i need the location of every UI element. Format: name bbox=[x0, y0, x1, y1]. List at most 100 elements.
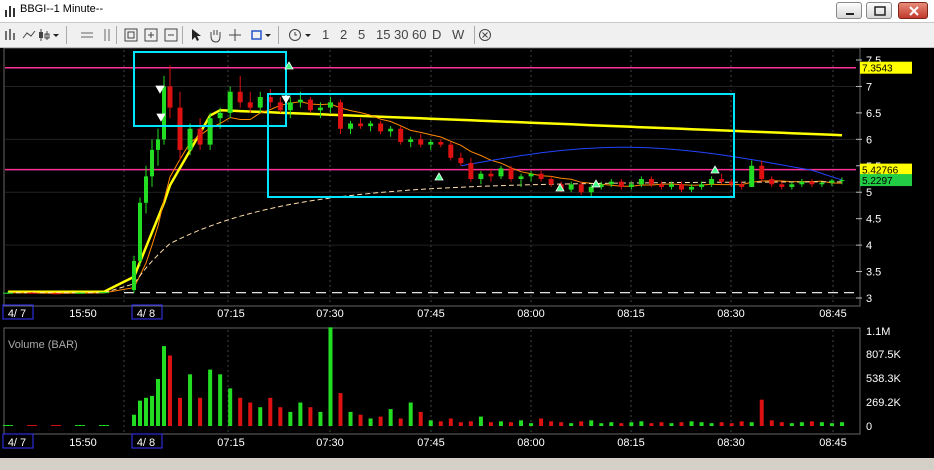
candle-body bbox=[368, 123, 374, 127]
volume-tick-label: 538.3K bbox=[866, 373, 902, 385]
price-tick-label: 6 bbox=[866, 134, 872, 146]
price-and-volume-chart[interactable]: 7.576.565.554.543.534/ 74/ 715:5015:504/… bbox=[0, 47, 934, 458]
zoom-fit-icon[interactable] bbox=[124, 26, 138, 44]
interval-clock-icon[interactable] bbox=[288, 26, 302, 44]
candle-body bbox=[227, 91, 233, 113]
candle-body bbox=[488, 173, 494, 177]
toolbar-separator bbox=[66, 26, 67, 44]
timeframe-2[interactable]: 2 bbox=[340, 26, 347, 44]
timeframe-30[interactable]: 30 bbox=[394, 26, 408, 44]
line-chart-style-icon[interactable] bbox=[22, 26, 36, 44]
volume-bar bbox=[839, 422, 844, 426]
price-tick-label: 4 bbox=[866, 240, 872, 252]
timeframe-60[interactable]: 60 bbox=[412, 26, 426, 44]
volume-bar bbox=[238, 397, 243, 426]
candle-body bbox=[528, 173, 534, 177]
volume-bar bbox=[144, 397, 148, 426]
timeframe-15[interactable]: 15 bbox=[376, 26, 390, 44]
volume-bar bbox=[719, 422, 724, 426]
candle-body bbox=[689, 186, 695, 190]
chart-area[interactable]: 7.576.565.554.543.534/ 74/ 715:5015:504/… bbox=[0, 47, 934, 458]
crosshair-icon[interactable] bbox=[228, 26, 242, 44]
time-tick-label: 07:45 bbox=[417, 308, 445, 320]
maximize-button[interactable] bbox=[866, 2, 892, 19]
vlines-icon[interactable] bbox=[100, 26, 114, 44]
candle-body bbox=[518, 176, 524, 179]
volume-bar bbox=[358, 414, 363, 426]
price-tick-label: 3.5 bbox=[866, 267, 881, 279]
candle-body bbox=[668, 184, 674, 187]
volume-tick-label: 1.1M bbox=[866, 326, 890, 338]
pointer-icon[interactable] bbox=[190, 26, 202, 44]
candle-body bbox=[588, 186, 594, 193]
time-tick-label: 08:45 bbox=[819, 308, 847, 320]
volume-bar bbox=[298, 402, 303, 426]
close-button[interactable] bbox=[898, 2, 928, 19]
toolbar-separator bbox=[116, 26, 117, 44]
minimize-button[interactable] bbox=[836, 2, 862, 19]
timeframe-w[interactable]: W bbox=[452, 26, 464, 44]
volume-tick-label: 807.5K bbox=[866, 349, 902, 361]
shape-tool-icon[interactable] bbox=[250, 26, 264, 44]
volume-bar bbox=[51, 425, 61, 426]
volume-bar bbox=[549, 421, 554, 426]
volume-bar bbox=[308, 407, 313, 426]
volume-bar bbox=[188, 374, 193, 426]
bar-chart-style-icon[interactable] bbox=[4, 26, 18, 44]
timeframe-1[interactable]: 1 bbox=[322, 26, 329, 44]
candle-body bbox=[538, 173, 544, 179]
volume-bar bbox=[3, 425, 13, 426]
interval-dropdown-icon[interactable] bbox=[304, 26, 312, 44]
title-bar[interactable]: BBGI--1 Minute-- bbox=[0, 0, 934, 23]
volume-bar bbox=[599, 423, 604, 426]
volume-bar bbox=[749, 422, 754, 426]
chart-style-dropdown-icon[interactable] bbox=[52, 26, 60, 44]
candle-body bbox=[27, 292, 37, 294]
volume-bar bbox=[99, 425, 109, 426]
price-tick-label: 3 bbox=[866, 293, 872, 305]
cancel-icon[interactable] bbox=[478, 26, 492, 44]
price-tick-label: 7 bbox=[866, 81, 872, 93]
candle-body bbox=[548, 179, 554, 185]
volume-bar bbox=[258, 407, 263, 426]
time-tick-label: 08:00 bbox=[517, 308, 545, 320]
volume-bar bbox=[288, 411, 293, 426]
volume-time-tick-label: 08:00 bbox=[517, 437, 545, 449]
price-tick-label: 6.5 bbox=[866, 108, 881, 120]
volume-bar bbox=[268, 397, 273, 426]
candle-body bbox=[187, 128, 193, 150]
candle-body bbox=[207, 118, 213, 145]
volume-bar bbox=[468, 421, 473, 426]
hand-pan-icon[interactable] bbox=[208, 26, 222, 44]
zoom-in-icon[interactable] bbox=[144, 26, 158, 44]
candlestick-style-icon[interactable] bbox=[38, 26, 50, 44]
volume-time-tick-label: 4/ 7 bbox=[8, 437, 26, 449]
volume-bar bbox=[559, 422, 564, 426]
volume-bar bbox=[132, 414, 136, 426]
volume-bar bbox=[228, 388, 233, 426]
volume-bar bbox=[75, 425, 85, 426]
candle-body bbox=[162, 86, 166, 140]
timeframe-5[interactable]: 5 bbox=[358, 26, 365, 44]
shape-dropdown-icon[interactable] bbox=[264, 26, 272, 44]
candle-body bbox=[144, 176, 148, 203]
candle-body bbox=[177, 107, 183, 150]
candle-body bbox=[237, 91, 243, 103]
timeframe-d[interactable]: D bbox=[432, 26, 441, 44]
volume-bar bbox=[759, 399, 764, 426]
volume-time-tick-label: 07:45 bbox=[417, 437, 445, 449]
volume-time-tick-label: 08:15 bbox=[617, 437, 645, 449]
volume-bar bbox=[488, 422, 493, 426]
candle-body bbox=[418, 139, 424, 145]
zoom-out-icon[interactable] bbox=[164, 26, 178, 44]
volume-bar bbox=[388, 409, 393, 426]
volume-bar bbox=[579, 421, 584, 426]
volume-title: Volume (BAR) bbox=[8, 339, 78, 351]
candle-body bbox=[468, 163, 474, 179]
candle-body bbox=[709, 179, 715, 185]
candle-body bbox=[408, 139, 414, 142]
close-icon bbox=[909, 6, 919, 16]
hlines-icon[interactable] bbox=[80, 26, 94, 44]
candle-body bbox=[679, 184, 684, 190]
candle-body bbox=[75, 292, 85, 294]
